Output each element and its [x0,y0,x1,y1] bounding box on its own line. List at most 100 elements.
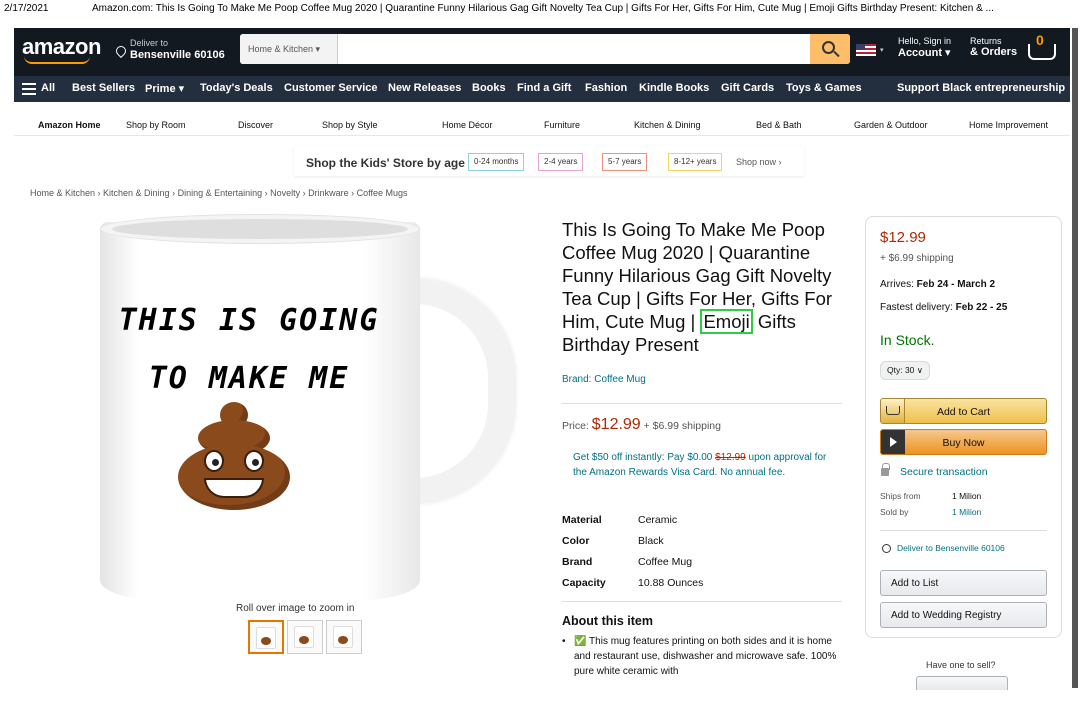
breadcrumb[interactable]: Home & Kitchen › Kitchen & Dining › Dini… [30,188,408,198]
add-to-wedding-registry-button[interactable]: Add to Wedding Registry [880,602,1047,628]
buy-now-button[interactable]: Buy Now [880,429,1047,455]
sold-by: Sold by 1 Milion [880,507,982,517]
price-line: Price: $12.99 + $6.99 shipping [562,416,721,434]
divider [562,403,842,404]
cart-button[interactable]: 0 [1024,32,1064,68]
cart-count: 0 [1036,32,1044,48]
store-nav-garden-outdoor[interactable]: Garden & Outdoor [854,120,928,130]
nav-best-sellers[interactable]: Best Sellers [72,82,135,94]
thumbnail-1[interactable] [248,620,284,654]
store-nav-shop-by-style[interactable]: Shop by Style [322,120,378,130]
deliver-to-label: Deliver to [130,38,169,48]
store-nav-amazon-home[interactable]: Amazon Home [38,120,101,130]
kids-pill-8-12-years[interactable]: 8-12+ years [668,153,723,171]
search-input[interactable] [338,34,808,64]
spec-key: Material [562,514,602,526]
stock-status: In Stock. [880,332,935,348]
spec-value: Coffee Mug [638,556,693,568]
nav-customer-service[interactable]: Customer Service [284,82,378,94]
print-date: 2/17/2021 [4,3,49,14]
arrives-date: Feb 24 - March 2 [916,279,996,290]
mug-print-text: THIS IS GOING TO MAKE ME [114,292,384,408]
kids-pill-2-4-years[interactable]: 2-4 years [538,153,584,171]
cart-icon [881,399,905,423]
chevron-down-icon: ▾ [880,47,884,54]
nav-todays-deals[interactable]: Today's Deals [200,82,273,94]
nav-promo-link[interactable]: Support Black entrepreneurship [897,82,1065,94]
thumbnail-3[interactable] [326,620,362,654]
divider [562,601,842,602]
quantity-select[interactable]: Qty: 30 ∨ [880,361,930,380]
lock-icon [881,463,890,476]
search-button[interactable] [810,34,850,64]
returns-orders-link[interactable]: Returns & Orders [970,36,1017,58]
nav-gift-cards[interactable]: Gift Cards [721,82,774,94]
add-to-cart-button[interactable]: Add to Cart [880,398,1047,424]
store-nav-kitchen-dining[interactable]: Kitchen & Dining [634,120,701,130]
buybox-arrives: Arrives: Feb 24 - March 2 [880,279,996,290]
nav-fashion[interactable]: Fashion [585,82,627,94]
location-pin-icon [882,544,891,553]
buybox-shipping: + $6.99 shipping [880,253,954,264]
spec-value: Ceramic [638,514,678,526]
thumbnail-2[interactable] [287,620,323,654]
store-nav-discover[interactable]: Discover [238,120,273,130]
orders-label: & Orders [970,46,1018,58]
nav-kindle-books[interactable]: Kindle Books [639,82,709,94]
add-to-list-button[interactable]: Add to List [880,570,1047,596]
spec-key: Color [562,535,590,547]
buybox-fastest-delivery: Fastest delivery: Feb 22 - 25 [880,302,1008,313]
hamburger-menu-icon[interactable] [22,83,36,95]
ships-from-value: 1 Milion [952,491,982,501]
search-category-dropdown[interactable]: Home & Kitchen ▾ [240,34,338,64]
returns-label: Returns [970,36,1002,46]
highlighted-word: Emoji [700,309,753,334]
store-nav-furniture[interactable]: Furniture [544,120,580,130]
product-main-image[interactable]: THIS IS GOING TO MAKE ME [64,208,534,600]
price-label: Price: [562,420,589,432]
secure-transaction-link[interactable]: Secure transaction [900,466,988,478]
store-navbar: Amazon Home Shop by Room Discover Shop b… [14,112,1070,136]
add-to-cart-label: Add to Cart [936,406,991,418]
sub-navbar: All Best Sellers Prime ▾ Today's Deals C… [14,76,1070,102]
buybox-price: $12.99 [880,229,926,246]
about-bullet-text: ✅ This mug features printing on both sid… [574,636,837,677]
print-page-title: Amazon.com: This Is Going To Make Me Poo… [92,3,994,14]
sold-by-link[interactable]: 1 Milion [952,507,981,517]
play-icon [881,430,905,454]
account-menu[interactable]: Hello, Sign in Account ▾ [898,36,951,59]
nav-all[interactable]: All [41,82,55,94]
nav-find-a-gift[interactable]: Find a Gift [517,82,571,94]
nav-new-releases[interactable]: New Releases [388,82,461,94]
kids-pill-0-24-months[interactable]: 0-24 months [468,153,525,171]
divider [880,530,1047,531]
page-scrollbar[interactable] [1072,28,1078,688]
account-label: Account ▾ [898,47,951,59]
store-nav-shop-by-room[interactable]: Shop by Room [126,120,186,130]
buybox-deliver-to-link[interactable]: Deliver to Bensenville 60106 [897,543,1005,553]
logo-smile-icon [24,56,90,64]
store-nav-home-improvement[interactable]: Home Improvement [969,120,1048,130]
offer-strike-price: $12.99 [715,452,746,463]
brand-link[interactable]: Brand: Coffee Mug [562,374,646,385]
top-navbar: amazon Deliver to Bensenville 60106 Home… [14,28,1070,76]
mug-text-line1: THIS IS GOING [118,303,380,338]
nav-books[interactable]: Books [472,82,506,94]
account-greeting: Hello, Sign in [898,36,952,46]
store-nav-home-decor[interactable]: Home Décor [442,120,493,130]
store-nav-bed-bath[interactable]: Bed & Bath [756,120,802,130]
kids-store-banner[interactable]: Shop the Kids' Store by age 0-24 months … [294,146,804,176]
nav-toys-games[interactable]: Toys & Games [786,82,862,94]
rewards-offer[interactable]: Get $50 off instantly: Pay $0.00 $12.99 … [573,450,835,480]
mug-text-line2: TO MAKE ME [148,361,350,396]
have-one-to-sell: Have one to sell? [926,660,996,670]
nav-prime[interactable]: Prime ▾ [145,82,184,95]
price-shipping: + $6.99 shipping [643,420,721,432]
kids-shop-now-link[interactable]: Shop now › [736,157,782,167]
sell-on-amazon-button[interactable] [916,676,1008,690]
location-pin-icon [113,43,129,59]
us-flag-icon[interactable] [856,44,876,56]
product-title: This Is Going To Make Me Poop Coffee Mug… [562,218,852,356]
kids-pill-5-7-years[interactable]: 5-7 years [602,153,648,171]
buy-box: $12.99 + $6.99 shipping Arrives: Feb 24 … [865,216,1062,638]
